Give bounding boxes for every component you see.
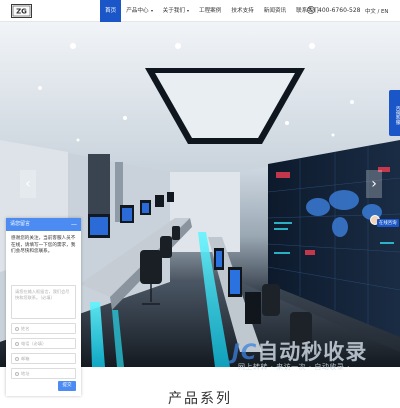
logo-text: ZG (16, 8, 27, 16)
chat-header: 请您留言 — (6, 218, 81, 231)
email-field[interactable]: 邮箱 (11, 353, 76, 364)
user-icon (15, 327, 19, 331)
minimize-icon[interactable]: — (71, 218, 77, 231)
phone-icon (307, 6, 315, 14)
email-icon (15, 357, 19, 361)
phone-icon (15, 342, 19, 346)
chevron-right-icon: › (371, 176, 377, 192)
hotline: 400-6760-528 (307, 6, 361, 14)
phone-placeholder: 电话（必填） (21, 341, 47, 346)
nav-label: 技术支持 (231, 8, 254, 14)
nav-label: 产品中心 (126, 8, 149, 14)
prev-slide-button[interactable]: ‹ (20, 170, 36, 198)
site-header: ZG 首页 产品中心 关于我们 工程案例 技术支持 新闻资讯 联系我们 400-… (0, 0, 400, 22)
address-field[interactable]: 地址 (11, 368, 76, 379)
submit-button[interactable]: 提交 (58, 381, 76, 391)
nav-home[interactable]: 首页 (100, 0, 122, 22)
language-switch[interactable]: 中文 / EN (365, 7, 388, 15)
nav-news[interactable]: 新闻资讯 (259, 0, 291, 22)
phone-number: 400-6760-528 (318, 6, 361, 14)
online-consult-label[interactable]: 在线咨询 (377, 219, 399, 227)
name-placeholder: 姓名 (21, 326, 30, 331)
name-field[interactable]: 姓名 (11, 323, 76, 334)
nav-label: 新闻资讯 (263, 8, 287, 14)
nav-label: 关于我们 (162, 8, 185, 14)
leave-message-widget: 请您留言 — 感谢您的关注，当前客服人员不在线，请填写一下您的需求，我们会尽快和… (6, 218, 81, 396)
chevron-down-icon (150, 9, 153, 12)
location-icon (15, 372, 19, 376)
chevron-left-icon: ‹ (25, 176, 31, 192)
company-logo[interactable]: ZG (11, 4, 32, 18)
chat-title: 请您留言 (10, 221, 31, 227)
consult-side-tab[interactable]: 咨询客服 (389, 90, 400, 136)
chat-message: 感谢您的关注，当前客服人员不在线，请填写一下您的需求，我们会尽快和您联系。 (11, 236, 76, 255)
message-textarea[interactable]: 请您在输入框留言，我们会尽快和您联系。（必填） (11, 285, 76, 319)
nav-products[interactable]: 产品中心 (121, 0, 157, 22)
nav-label: 首页 (105, 8, 117, 14)
address-placeholder: 地址 (21, 371, 30, 376)
nav-support[interactable]: 技术支持 (226, 0, 258, 22)
nav-about[interactable]: 关于我们 (158, 0, 194, 22)
chevron-down-icon (186, 9, 189, 12)
email-placeholder: 邮箱 (21, 356, 30, 361)
nav-cases[interactable]: 工程案例 (194, 0, 226, 22)
next-slide-button[interactable]: › (366, 170, 382, 198)
nav-label: 工程案例 (198, 8, 222, 14)
phone-field[interactable]: 电话（必填） (11, 338, 76, 349)
main-nav: 首页 产品中心 关于我们 工程案例 技术支持 新闻资讯 联系我们 (100, 0, 324, 22)
